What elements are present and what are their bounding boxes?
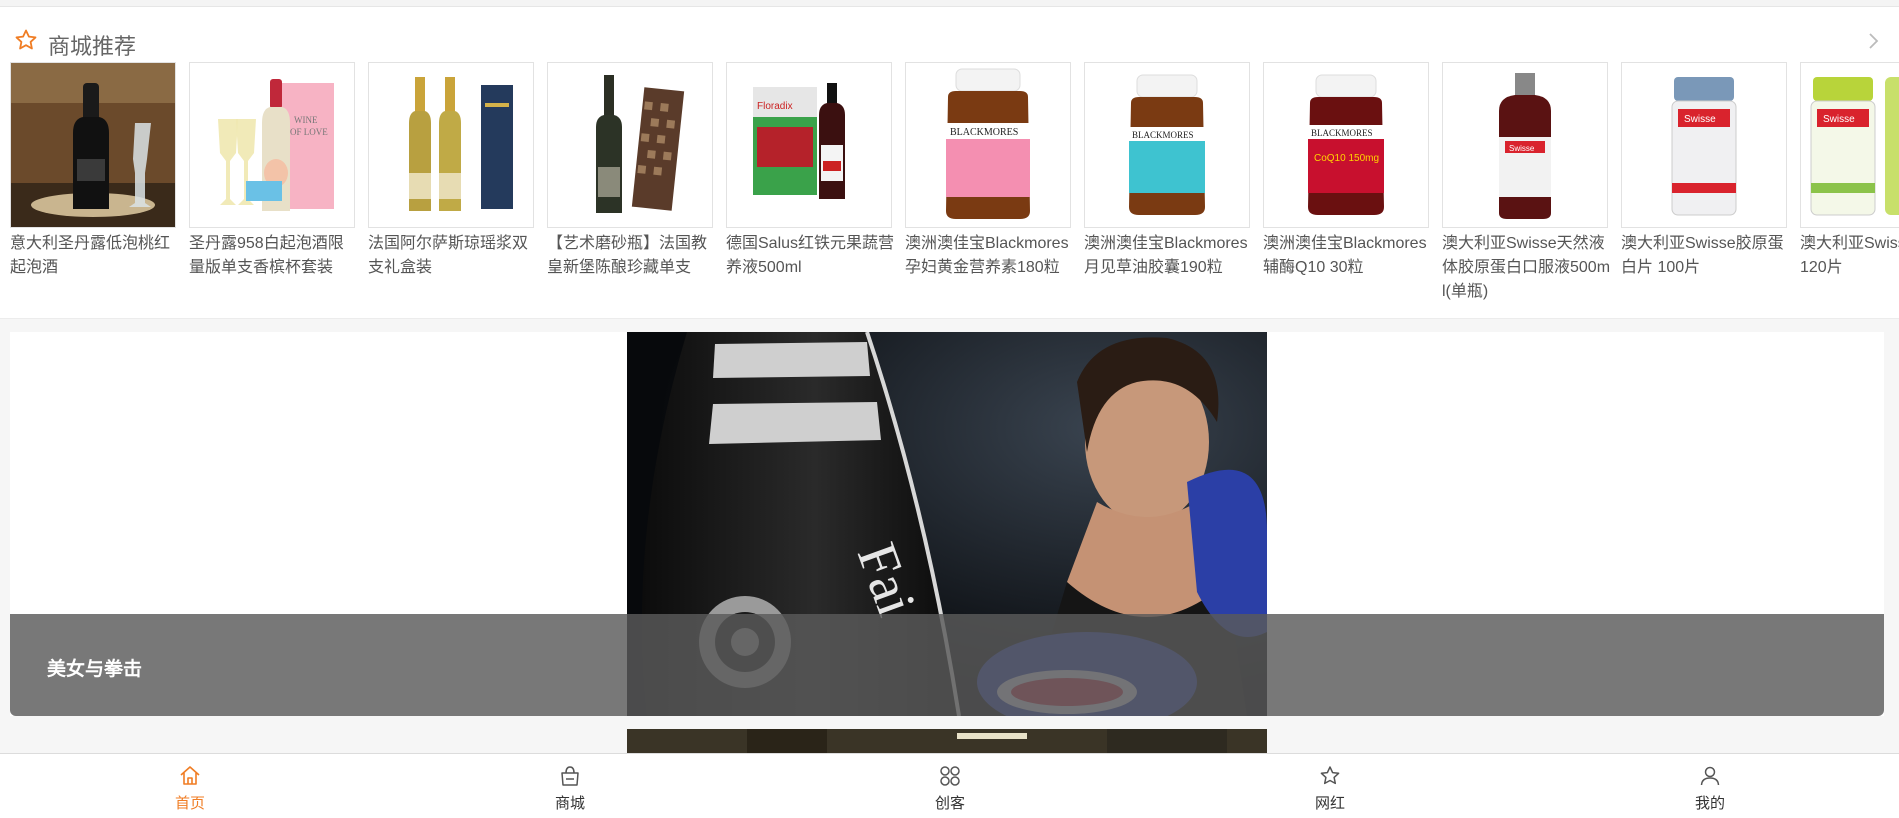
tab-influencer[interactable]: 网红 <box>1140 754 1520 818</box>
product-card[interactable]: 意大利圣丹露低泡桃红起泡酒 <box>10 62 176 312</box>
product-name[interactable]: 德国Salus红铁元果蔬营养液500ml <box>726 232 896 280</box>
product-image[interactable]: Floradix <box>726 62 892 228</box>
next-feature-image[interactable] <box>627 729 1267 753</box>
product-name[interactable]: 澳大利亚Swisse胶原蛋白片 100片 <box>1621 232 1791 280</box>
svg-text:Floradix: Floradix <box>757 101 793 112</box>
tab-label: 商城 <box>554 795 585 812</box>
product-image[interactable]: BLACKMORES CoQ10 150mg <box>1263 62 1429 228</box>
product-name[interactable]: 澳大利亚Swisse排毒片120片 <box>1800 232 1899 280</box>
product-name[interactable]: 法国阿尔萨斯琼瑶浆双支礼盒装 <box>368 232 538 280</box>
product-card[interactable]: Floradix 德国Salus红铁元果蔬营养液500ml <box>726 62 894 312</box>
svg-text:OF LOVE: OF LOVE <box>290 127 328 137</box>
product-name[interactable]: 澳洲澳佳宝Blackmores辅酶Q10 30粒 <box>1263 232 1433 280</box>
product-image[interactable]: BLACKMORES <box>905 62 1071 228</box>
product-name[interactable]: 圣丹露958白起泡酒限量版单支香槟杯套装 <box>189 232 359 280</box>
product-card[interactable]: Swisse 澳大利亚Swisse排毒片120片 <box>1800 62 1899 312</box>
tab-label: 网红 <box>1314 795 1345 812</box>
user-icon <box>1700 766 1720 786</box>
product-name[interactable]: 澳洲澳佳宝Blackmores孕妇黄金营养素180粒 <box>905 232 1075 280</box>
product-image[interactable]: Swisse <box>1621 62 1787 228</box>
product-name[interactable]: 【艺术磨砂瓶】法国教皇新堡陈酿珍藏单支 <box>547 232 717 280</box>
product-carousel[interactable]: 意大利圣丹露低泡桃红起泡酒 WINE OF LOVE 圣丹露958白起泡酒限量版… <box>0 62 1899 317</box>
product-name[interactable]: 澳洲澳佳宝Blackmores月见草油胶囊190粒 <box>1084 232 1254 280</box>
product-image[interactable]: Swisse <box>1800 62 1899 228</box>
svg-text:CoQ10 150mg: CoQ10 150mg <box>1314 153 1379 164</box>
product-card[interactable]: BLACKMORES CoQ10 150mg 澳洲澳佳宝Blackmores辅酶… <box>1263 62 1429 312</box>
tab-maker[interactable]: 创客 <box>760 754 1140 818</box>
svg-text:BLACKMORES: BLACKMORES <box>1311 128 1373 138</box>
svg-text:WINE: WINE <box>294 115 318 125</box>
product-image[interactable]: BLACKMORES <box>1084 62 1250 228</box>
svg-text:Swisse: Swisse <box>1684 114 1716 125</box>
tab-home[interactable]: 首页 <box>0 754 380 818</box>
bottom-tab-bar: 首页 商城 创客 网红 我的 <box>0 753 1899 818</box>
product-image[interactable] <box>10 62 176 228</box>
feature-caption[interactable]: 美女与拳击 <box>47 654 142 681</box>
product-image[interactable] <box>547 62 713 228</box>
section-title: 商城推荐 <box>48 34 137 59</box>
star-icon <box>1320 766 1340 785</box>
tab-mall[interactable]: 商城 <box>380 754 760 818</box>
product-card[interactable]: BLACKMORES 澳洲澳佳宝Blackmores孕妇黄金营养素180粒 <box>905 62 1071 312</box>
tab-label: 创客 <box>934 795 965 812</box>
svg-text:Swisse: Swisse <box>1823 114 1855 125</box>
product-card[interactable]: Swisse 澳大利亚Swisse胶原蛋白片 100片 <box>1621 62 1787 312</box>
home-icon <box>180 766 200 785</box>
chevron-right-icon[interactable] <box>1865 29 1883 53</box>
product-image[interactable] <box>368 62 534 228</box>
product-name[interactable]: 意大利圣丹露低泡桃红起泡酒 <box>10 232 180 280</box>
svg-text:BLACKMORES: BLACKMORES <box>950 127 1018 138</box>
svg-text:BLACKMORES: BLACKMORES <box>1132 130 1194 140</box>
product-card[interactable]: WINE OF LOVE 圣丹露958白起泡酒限量版单支香槟杯套装 <box>189 62 355 312</box>
grid-icon <box>940 766 960 786</box>
product-name[interactable]: 澳大利亚Swisse天然液体胶原蛋白口服液500ml(单瓶) <box>1442 232 1612 304</box>
product-card[interactable]: BLACKMORES 澳洲澳佳宝Blackmores月见草油胶囊190粒 <box>1084 62 1250 312</box>
tab-mine[interactable]: 我的 <box>1520 754 1899 818</box>
svg-text:Swisse: Swisse <box>1509 144 1535 153</box>
product-image[interactable]: Swisse <box>1442 62 1608 228</box>
top-bar <box>0 0 1899 7</box>
product-card[interactable]: 法国阿尔萨斯琼瑶浆双支礼盒装 <box>368 62 534 312</box>
product-card[interactable]: 【艺术磨砂瓶】法国教皇新堡陈酿珍藏单支 <box>547 62 713 312</box>
tab-label: 首页 <box>174 795 205 812</box>
section-header: 商城推荐 <box>0 7 1899 62</box>
tab-label: 我的 <box>1694 795 1725 812</box>
star-icon <box>15 29 37 50</box>
shopping-bag-icon <box>561 766 579 786</box>
product-image[interactable]: WINE OF LOVE <box>189 62 355 228</box>
caption-overlay[interactable]: 美女与拳击 <box>10 614 1884 716</box>
product-card[interactable]: Swisse 澳大利亚Swisse天然液体胶原蛋白口服液500ml(单瓶) <box>1442 62 1610 312</box>
